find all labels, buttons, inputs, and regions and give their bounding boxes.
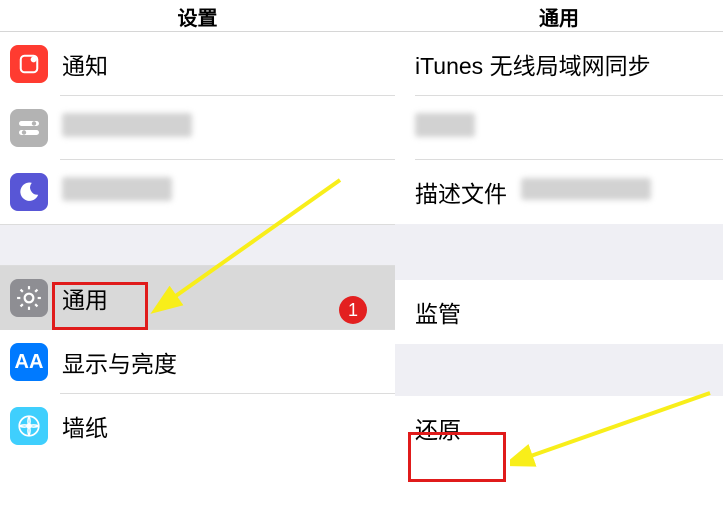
settings-sidebar: 设置 通知: [0, 0, 395, 516]
sidebar-item-notifications[interactable]: 通知: [0, 32, 395, 96]
sidebar-item-do-not-disturb[interactable]: [0, 160, 395, 224]
detail-item-profiles[interactable]: 描述文件: [395, 160, 723, 224]
detail-list: iTunes 无线局域网同步 描述文件 监管 还原: [395, 32, 723, 460]
detail-item-itunes-wifi-sync[interactable]: iTunes 无线局域网同步: [395, 32, 723, 96]
sidebar-item-label: [62, 113, 192, 143]
detail-header: 通用: [395, 0, 723, 32]
annotation-badge: 1: [339, 296, 367, 324]
detail-item-label: 监管: [415, 295, 461, 329]
section-separator: [395, 344, 723, 396]
display-icon: AA: [10, 343, 48, 381]
detail-item-supervision[interactable]: 监管: [395, 280, 723, 344]
sidebar-item-control-center[interactable]: [0, 96, 395, 160]
sidebar-item-label: [62, 177, 172, 207]
section-separator: [395, 224, 723, 280]
wallpaper-icon: [10, 407, 48, 445]
detail-item-value: [521, 178, 651, 206]
detail-item-label: iTunes 无线局域网同步: [415, 47, 651, 81]
sidebar-item-label: 通用: [62, 281, 108, 315]
app-container: 设置 通知: [0, 0, 723, 516]
sidebar-item-display-brightness[interactable]: AA 显示与亮度: [0, 330, 395, 394]
sidebar-item-wallpaper[interactable]: 墙纸: [0, 394, 395, 458]
notifications-icon: [10, 45, 48, 83]
sidebar-header: 设置: [0, 0, 395, 32]
detail-item-reset[interactable]: 还原: [395, 396, 723, 460]
moon-icon: [10, 173, 48, 211]
detail-item-vpn[interactable]: [395, 96, 723, 160]
section-separator: [0, 224, 395, 266]
control-center-icon: [10, 109, 48, 147]
detail-item-label: 还原: [415, 411, 461, 445]
sidebar-item-label: 显示与亮度: [62, 345, 177, 379]
detail-item-label: [415, 113, 475, 143]
sidebar-item-label: 通知: [62, 47, 108, 81]
sidebar-list: 通知 通用: [0, 32, 395, 458]
aa-glyph: AA: [15, 351, 44, 374]
gear-icon: [10, 279, 48, 317]
sidebar-item-label: 墙纸: [62, 409, 108, 443]
sidebar-item-general[interactable]: 通用: [0, 266, 395, 330]
detail-item-label: 描述文件: [415, 175, 507, 209]
detail-panel: 通用 iTunes 无线局域网同步 描述文件 监管 还原: [395, 0, 723, 516]
